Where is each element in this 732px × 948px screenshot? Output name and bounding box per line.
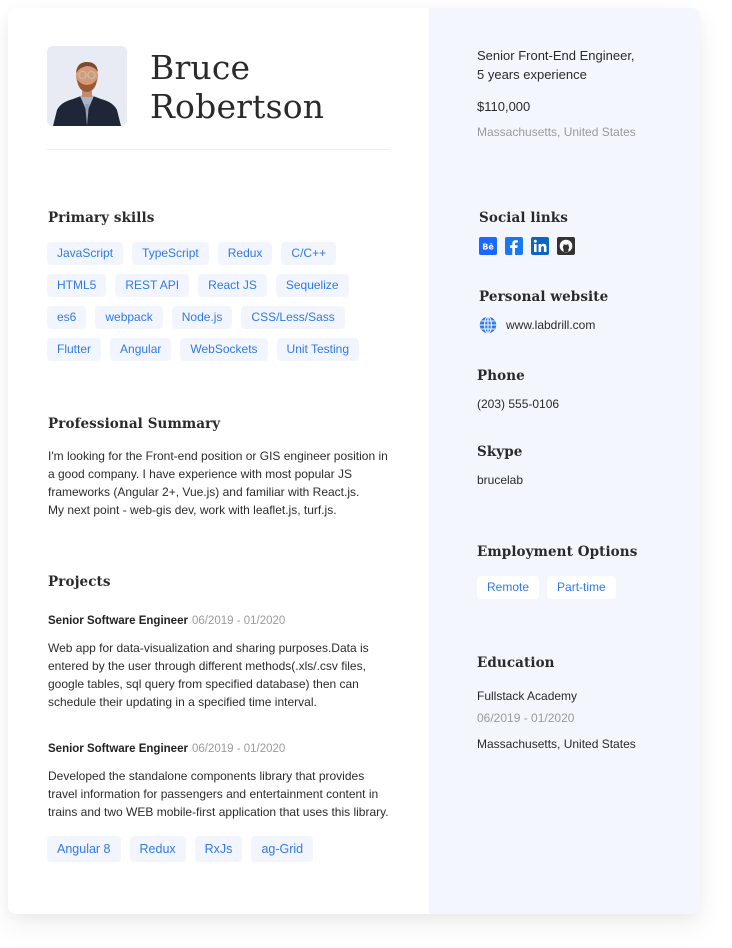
- social-links-heading: Social links: [479, 210, 568, 226]
- summary-line: I'm looking for the Front-end position o…: [48, 449, 388, 463]
- github-icon[interactable]: [557, 237, 575, 255]
- skill-tag[interactable]: Angular: [110, 338, 172, 361]
- project-dates: 06/2019 - 01/2020: [191, 615, 286, 627]
- first-name: Bruce: [150, 48, 251, 87]
- skill-tag[interactable]: C/C++: [281, 242, 337, 265]
- employment-options-heading: Employment Options: [477, 544, 638, 560]
- project-role: Senior Software Engineer: [48, 615, 188, 627]
- linkedin-icon[interactable]: [531, 237, 549, 255]
- skill-tag[interactable]: webpack: [95, 306, 163, 329]
- facebook-icon[interactable]: [505, 237, 523, 255]
- personal-website-link[interactable]: www.labdrill.com: [506, 318, 595, 332]
- project-line: google tables, sql query from specified …: [48, 677, 359, 691]
- summary-heading: Professional Summary: [48, 416, 221, 432]
- globe-icon: [479, 316, 497, 334]
- svg-text:Bē: Bē: [482, 243, 494, 252]
- project-title: Senior Software Engineer 06/2019 - 01/202…: [48, 615, 285, 627]
- education-school: Fullstack Academy: [477, 689, 578, 703]
- project-tech-tag[interactable]: Angular 8: [47, 836, 121, 862]
- skill-tag[interactable]: REST API: [115, 274, 190, 297]
- behance-icon[interactable]: Bē: [479, 237, 497, 255]
- project-tech-tag[interactable]: ag-Grid: [251, 836, 314, 862]
- project-line: trains and two WEB mobile-first applicat…: [48, 805, 389, 819]
- skill-tag[interactable]: es6: [47, 306, 87, 329]
- personal-website-heading: Personal website: [479, 289, 609, 305]
- header-divider: [47, 149, 389, 150]
- project-line: travel information for passengers and en…: [48, 787, 379, 801]
- primary-skills-list: JavaScript TypeScript Redux C/C++ HTML5 REST …: [47, 242, 367, 361]
- skill-tag[interactable]: CSS/Less/Sass: [241, 306, 345, 329]
- project-title: Senior Software Engineer 06/2019 - 01/202…: [48, 743, 285, 755]
- project-tech-tags: Angular 8 Redux RxJs ag-Grid: [47, 836, 314, 862]
- project-role: Senior Software Engineer: [48, 743, 188, 755]
- skype-handle: brucelab: [477, 473, 524, 487]
- skill-tag[interactable]: React JS: [198, 274, 267, 297]
- project-description: Developed the standalone components libr…: [48, 767, 389, 821]
- projects-heading: Projects: [48, 574, 111, 590]
- project-line: Web app for data-visualization and shari…: [48, 641, 369, 655]
- project-line: Developed the standalone components libr…: [48, 769, 365, 783]
- primary-skills-heading: Primary skills: [48, 210, 155, 226]
- salary: $110,000: [477, 99, 531, 114]
- location: Massachusetts, United States: [477, 125, 636, 139]
- skill-tag[interactable]: JavaScript: [47, 242, 124, 265]
- project-line: entered by the user through different me…: [48, 659, 366, 673]
- project-line: schedule their updating in a specified t…: [48, 695, 317, 709]
- skill-tag[interactable]: WebSockets: [180, 338, 268, 361]
- skill-tag[interactable]: HTML5: [47, 274, 107, 297]
- project-tech-tag[interactable]: RxJs: [194, 836, 243, 862]
- phone-heading: Phone: [477, 368, 525, 384]
- avatar-portrait-icon: [47, 46, 127, 126]
- skill-tag[interactable]: Flutter: [47, 338, 102, 361]
- employment-option-tag[interactable]: Part-time: [547, 576, 616, 599]
- summary-line: My next point - web-gis dev, work with l…: [48, 503, 337, 517]
- job-title: Senior Front-End Engineer, 5 years exper…: [477, 46, 635, 84]
- candidate-name: Bruce Robertson: [150, 48, 324, 126]
- avatar: [47, 46, 127, 126]
- education-location: Massachusetts, United States: [477, 737, 636, 751]
- skill-tag[interactable]: Sequelize: [275, 274, 349, 297]
- skill-tag[interactable]: Unit Testing: [276, 338, 360, 361]
- skype-heading: Skype: [477, 444, 523, 460]
- education-heading: Education: [477, 655, 555, 671]
- side-panel: [429, 8, 700, 914]
- experience-line: 5 years experience: [477, 67, 587, 82]
- project-tech-tag[interactable]: Redux: [129, 836, 186, 862]
- skill-tag[interactable]: Redux: [217, 242, 273, 265]
- project-dates: 06/2019 - 01/2020: [191, 743, 286, 755]
- project-description: Web app for data-visualization and shari…: [48, 639, 369, 711]
- skill-tag[interactable]: TypeScript: [132, 242, 209, 265]
- summary-line: a good company. I have experience with m…: [48, 467, 352, 481]
- phone-number: (203) 555-0106: [477, 397, 560, 411]
- employment-options-list: Remote Part-time: [477, 576, 616, 599]
- resume-card: Bruce Robertson Primary skills JavaScrip…: [8, 8, 700, 914]
- education-dates: 06/2019 - 01/2020: [477, 711, 575, 725]
- skill-tag[interactable]: Node.js: [171, 306, 233, 329]
- social-links: Bē: [479, 237, 575, 255]
- employment-option-tag[interactable]: Remote: [477, 576, 540, 599]
- job-title-line: Senior Front-End Engineer,: [477, 48, 635, 63]
- last-name: Robertson: [150, 87, 325, 126]
- summary-text: I'm looking for the Front-end position o…: [48, 447, 388, 519]
- summary-line: frameworks (Angular 2+, Vue.js) and fami…: [48, 485, 360, 499]
